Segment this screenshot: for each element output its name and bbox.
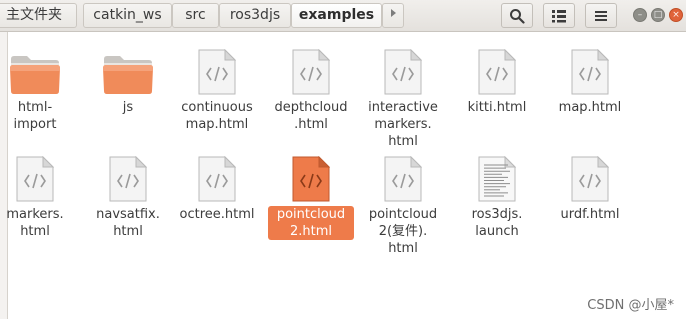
file-label: html- import	[13, 100, 57, 132]
breadcrumb-examples[interactable]: examples	[291, 3, 382, 28]
file-item[interactable]: kitti.html	[451, 45, 543, 116]
html-file-icon	[373, 152, 433, 202]
file-item[interactable]: markers. html	[0, 152, 81, 240]
menu-button[interactable]	[585, 3, 617, 28]
maximize-button[interactable]: □	[651, 8, 665, 22]
file-item[interactable]: map.html	[544, 45, 636, 116]
file-label: pointcloud 2(复件). html	[368, 207, 438, 256]
watermark: CSDN @小屋*	[587, 298, 674, 313]
file-label: navsatfix. html	[96, 207, 160, 239]
file-label: map.html	[558, 100, 622, 115]
folder-icon	[98, 45, 158, 95]
minimize-button[interactable]: –	[633, 8, 647, 22]
file-label: continuous map.html	[181, 100, 253, 132]
header-bar: 主文件夹 catkin_ws src ros3djs examples – □ …	[0, 0, 686, 32]
breadcrumb-home[interactable]: 主文件夹	[0, 3, 77, 28]
breadcrumb-catkin-ws[interactable]: catkin_ws	[83, 3, 172, 28]
file-label: urdf.html	[560, 207, 620, 222]
html-file-icon	[187, 152, 247, 202]
text-file-icon	[467, 152, 527, 202]
minimize-icon: –	[637, 9, 643, 20]
file-item[interactable]: pointcloud 2(复件). html	[357, 152, 449, 257]
file-item[interactable]: continuous map.html	[171, 45, 263, 133]
file-item[interactable]: interactive markers. html	[357, 45, 449, 150]
file-label: octree.html	[179, 207, 255, 222]
close-button[interactable]: ×	[669, 8, 683, 22]
folder-icon	[5, 45, 65, 95]
file-item[interactable]: ros3djs. launch	[451, 152, 543, 240]
html-file-icon	[560, 45, 620, 95]
file-label: kitti.html	[467, 100, 527, 115]
menu-icon	[595, 10, 607, 21]
folder-item[interactable]: html- import	[0, 45, 81, 133]
file-item[interactable]: octree.html	[171, 152, 263, 223]
file-item[interactable]: navsatfix. html	[82, 152, 174, 240]
file-label: interactive markers. html	[368, 100, 438, 149]
html-file-icon	[5, 152, 65, 202]
file-item[interactable]: pointcloud 2.html	[265, 152, 357, 240]
breadcrumb-ros3djs[interactable]: ros3djs	[219, 3, 291, 28]
html-file-icon	[560, 152, 620, 202]
file-label: markers. html	[6, 207, 64, 239]
maximize-icon: □	[653, 9, 663, 20]
search-button[interactable]	[501, 3, 533, 28]
file-manager-window: 主文件夹 catkin_ws src ros3djs examples – □ …	[0, 0, 686, 319]
breadcrumb-src[interactable]: src	[172, 3, 219, 28]
file-label: js	[122, 100, 134, 115]
triangle-right-icon	[391, 9, 396, 17]
html-file-icon	[281, 45, 341, 95]
close-icon: ×	[672, 9, 680, 20]
file-item[interactable]: urdf.html	[544, 152, 636, 223]
view-toggle-button[interactable]	[543, 3, 575, 28]
search-icon	[510, 8, 525, 24]
file-label: depthcloud .html	[274, 100, 348, 132]
html-file-icon	[467, 45, 527, 95]
grid-view-icon	[552, 9, 566, 22]
folder-item[interactable]: js	[82, 45, 174, 116]
file-label: pointcloud 2.html	[268, 206, 354, 240]
file-label: ros3djs. launch	[471, 207, 523, 239]
html-file-icon	[187, 45, 247, 95]
breadcrumb-overflow-button[interactable]	[382, 3, 404, 28]
html-file-icon	[98, 152, 158, 202]
html-file-icon	[373, 45, 433, 95]
file-item[interactable]: depthcloud .html	[265, 45, 357, 133]
html-file-icon	[281, 152, 341, 202]
breadcrumb-home-label: 主文件夹	[6, 7, 62, 23]
